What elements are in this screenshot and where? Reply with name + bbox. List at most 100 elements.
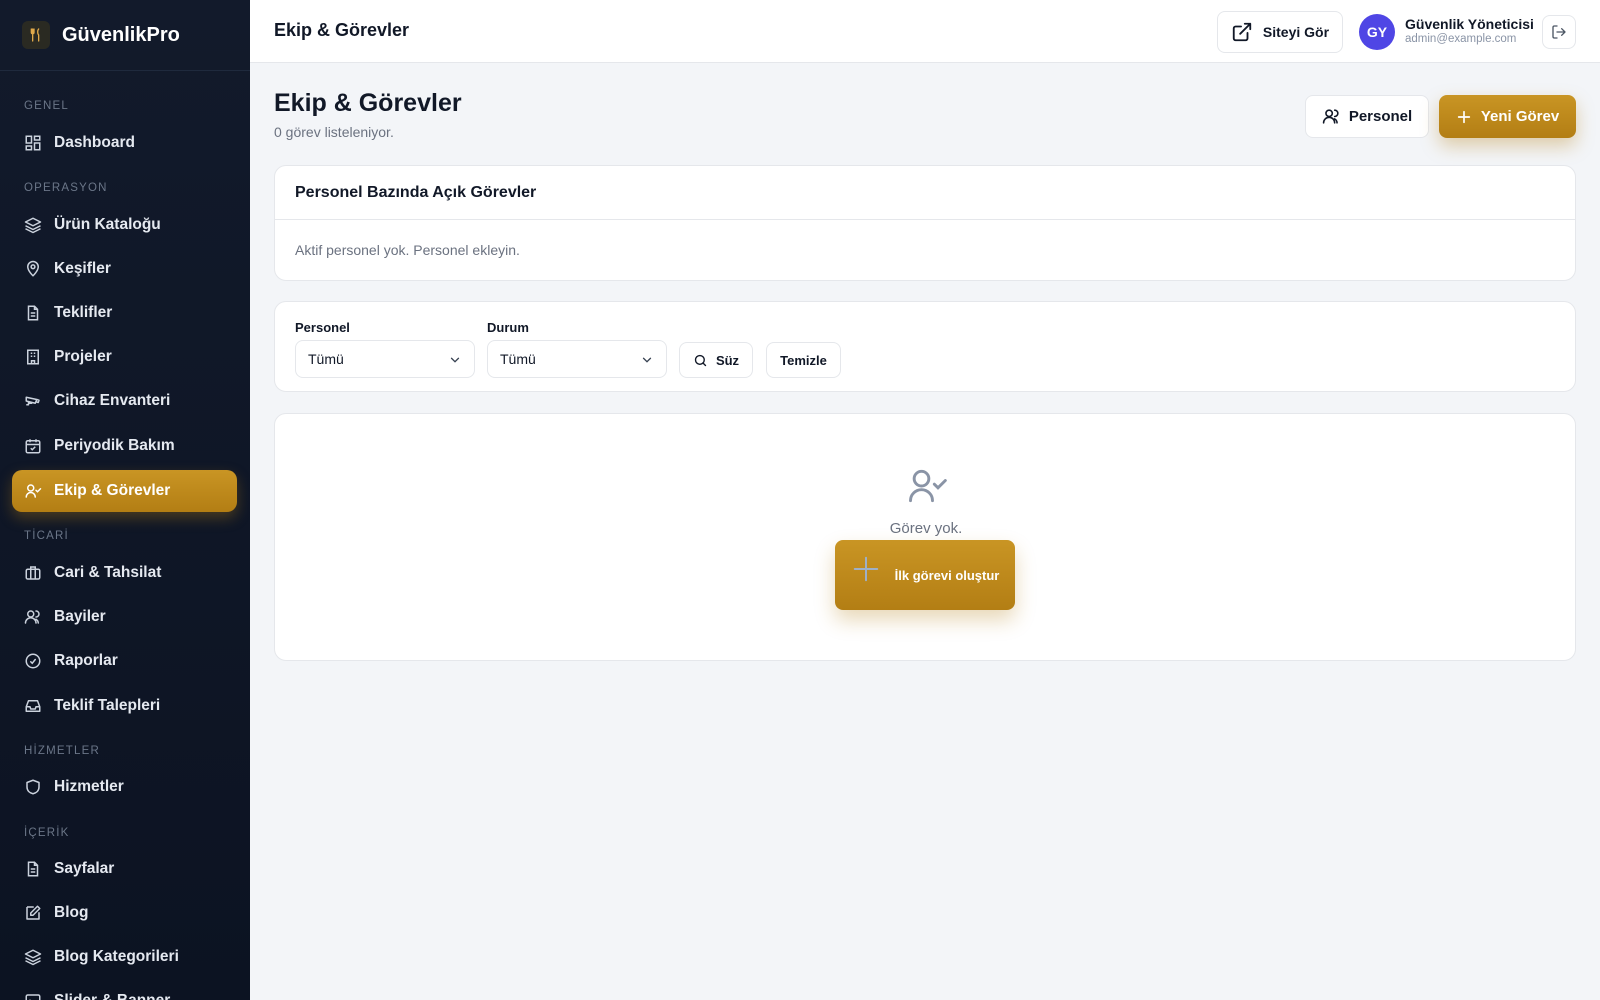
sidebar-item-blog[interactable]: Blog — [12, 892, 237, 934]
new-task-label: Yeni Görev — [1480, 108, 1560, 125]
brand-name: GüvenlikPro — [62, 23, 180, 46]
open-tasks-empty: Aktif personel yok. Personel ekleyin. — [295, 242, 520, 258]
sidebar-item-label: Hizmetler — [54, 778, 124, 795]
open-tasks-title: Personel Bazında Açık Görevler — [275, 166, 1575, 220]
page-subtitle: 0 görev listeleniyor. — [274, 124, 394, 140]
plus-icon — [853, 556, 878, 582]
sidebar-item-bayiler[interactable]: Bayiler — [12, 596, 237, 638]
dashboard-icon — [25, 135, 41, 151]
sidebar-item-projeler[interactable]: Projeler — [12, 336, 237, 378]
durum-select[interactable]: Tümü — [487, 340, 667, 378]
sidebar-item-label: Ekip & Görevler — [54, 482, 171, 499]
user-name: Güvenlik Yöneticisi — [1405, 16, 1534, 32]
nav-section-ticari: TİCARİ — [24, 530, 69, 542]
nav-section-operasyon: OPERASYON — [24, 182, 108, 194]
sidebar-item-label: Sayfalar — [54, 860, 115, 877]
sidebar-item-kesifler[interactable]: Keşifler — [12, 248, 237, 290]
layers-icon — [24, 949, 42, 966]
personel-button[interactable]: Personel — [1305, 95, 1429, 138]
sidebar-item-label: Cari & Tahsilat — [54, 564, 162, 581]
sidebar-item-label: Teklif Talepleri — [54, 697, 161, 714]
sidebar-item-slider-banner[interactable]: Slider & Banner — [12, 980, 237, 1000]
document-icon — [27, 305, 39, 321]
sidebar-item-teklifler[interactable]: Teklifler — [12, 292, 237, 334]
tasks-list-card: Görev yok. İlk görevi oluştur — [274, 413, 1576, 661]
user-email: admin@example.com — [1405, 33, 1517, 45]
calendar-check-icon — [25, 439, 41, 454]
view-site-label: Siteyi Gör — [1262, 24, 1330, 40]
personel-button-label: Personel — [1348, 108, 1413, 125]
sidebar-item-raporlar[interactable]: Raporlar — [12, 640, 237, 682]
fork-knife-icon — [22, 21, 50, 49]
sidebar-item-cari-tahsilat[interactable]: Cari & Tahsilat — [12, 552, 237, 594]
sidebar-item-label: Projeler — [54, 348, 112, 365]
brand[interactable]: GüvenlikPro — [0, 0, 250, 71]
sidebar-item-label: Teklifler — [54, 304, 113, 321]
filters-card: Personel Tümü Durum Tümü Süz Temizle — [274, 301, 1576, 392]
personel-filter-label: Personel — [295, 320, 350, 335]
create-first-task-button[interactable]: İlk görevi oluştur — [835, 540, 1015, 610]
sidebar-item-label: Periyodik Bakım — [54, 437, 175, 454]
sidebar-item-label: Blog Kategorileri — [54, 948, 179, 965]
edit-icon — [26, 905, 41, 920]
sidebar-item-periyodik-bakim[interactable]: Periyodik Bakım — [12, 425, 237, 467]
users-icon — [1322, 109, 1339, 124]
logout-button[interactable] — [1542, 15, 1576, 49]
sidebar-item-ekip-gorevler[interactable]: Ekip & Görevler — [12, 470, 237, 512]
personel-select-value: Tümü — [308, 351, 344, 367]
cctv-icon — [25, 396, 40, 406]
plus-icon — [1457, 110, 1470, 123]
sidebar-item-teklif-talepleri[interactable]: Teklif Talepleri — [12, 685, 237, 727]
sidebar-item-label: Dashboard — [54, 134, 135, 151]
sidebar-item-urun-katalogu[interactable]: Ürün Kataloğu — [12, 204, 237, 246]
page-title: Ekip & Görevler — [274, 89, 462, 117]
sidebar-item-sayfalar[interactable]: Sayfalar — [12, 848, 237, 890]
document-icon — [27, 861, 39, 877]
view-site-button[interactable]: Siteyi Gör — [1217, 11, 1343, 53]
users-icon — [24, 610, 40, 624]
filter-button-label: Süz — [715, 352, 740, 368]
search-icon — [694, 354, 707, 366]
sidebar-item-label: Ürün Kataloğu — [54, 216, 161, 233]
user-check-icon — [25, 484, 42, 498]
sidebar-item-label: Slider & Banner — [54, 992, 170, 1000]
external-link-icon — [1232, 22, 1252, 42]
sidebar-item-cihaz-envanteri[interactable]: Cihaz Envanteri — [12, 380, 237, 422]
sidebar-item-label: Cihaz Envanteri — [54, 392, 171, 409]
clear-button[interactable]: Temizle — [766, 342, 841, 378]
chevron-down-icon — [642, 357, 652, 363]
sidebar-item-dashboard[interactable]: Dashboard — [12, 122, 237, 164]
inbox-icon — [25, 700, 41, 712]
open-tasks-card: Personel Bazında Açık Görevler Aktif per… — [274, 165, 1576, 281]
nav-section-hizmetler: HİZMETLER — [24, 745, 100, 757]
header-title: Ekip & Görevler — [274, 20, 410, 40]
durum-filter-label: Durum — [487, 320, 529, 335]
sidebar-item-label: Raporlar — [54, 652, 118, 669]
sidebar-item-label: Bayiler — [54, 608, 106, 625]
sidebar-item-blog-kategorileri[interactable]: Blog Kategorileri — [12, 936, 237, 978]
nav-section-icerik: İÇERİK — [24, 827, 70, 839]
user-check-icon — [909, 469, 947, 503]
create-first-task-label: İlk görevi oluştur — [894, 567, 1000, 583]
sidebar-item-label: Keşifler — [54, 260, 111, 277]
layers-icon — [24, 217, 42, 234]
nav-section-genel: GENEL — [24, 100, 69, 112]
avatar[interactable]: GY — [1359, 14, 1395, 50]
new-task-button[interactable]: Yeni Görev — [1439, 95, 1576, 138]
gauge-icon — [25, 653, 41, 669]
filter-button[interactable]: Süz — [679, 342, 753, 378]
map-pin-icon — [26, 260, 40, 277]
durum-select-value: Tümü — [500, 351, 536, 367]
briefcase-icon — [25, 566, 41, 580]
building-icon — [27, 349, 39, 365]
top-bar: Ekip & Görevler Siteyi Gör GY Güvenlik Y… — [250, 0, 1600, 63]
sidebar: GüvenlikPro GENEL Dashboard OPERASYON Ür… — [0, 0, 250, 1000]
sidebar-item-label: Blog — [54, 904, 89, 921]
logout-icon — [1552, 25, 1566, 39]
shield-icon — [26, 779, 40, 795]
personel-select[interactable]: Tümü — [295, 340, 475, 378]
image-icon — [25, 994, 41, 1000]
empty-state-text: Görev yok. — [889, 520, 963, 537]
chevron-down-icon — [450, 357, 460, 363]
sidebar-item-hizmetler[interactable]: Hizmetler — [12, 766, 237, 808]
